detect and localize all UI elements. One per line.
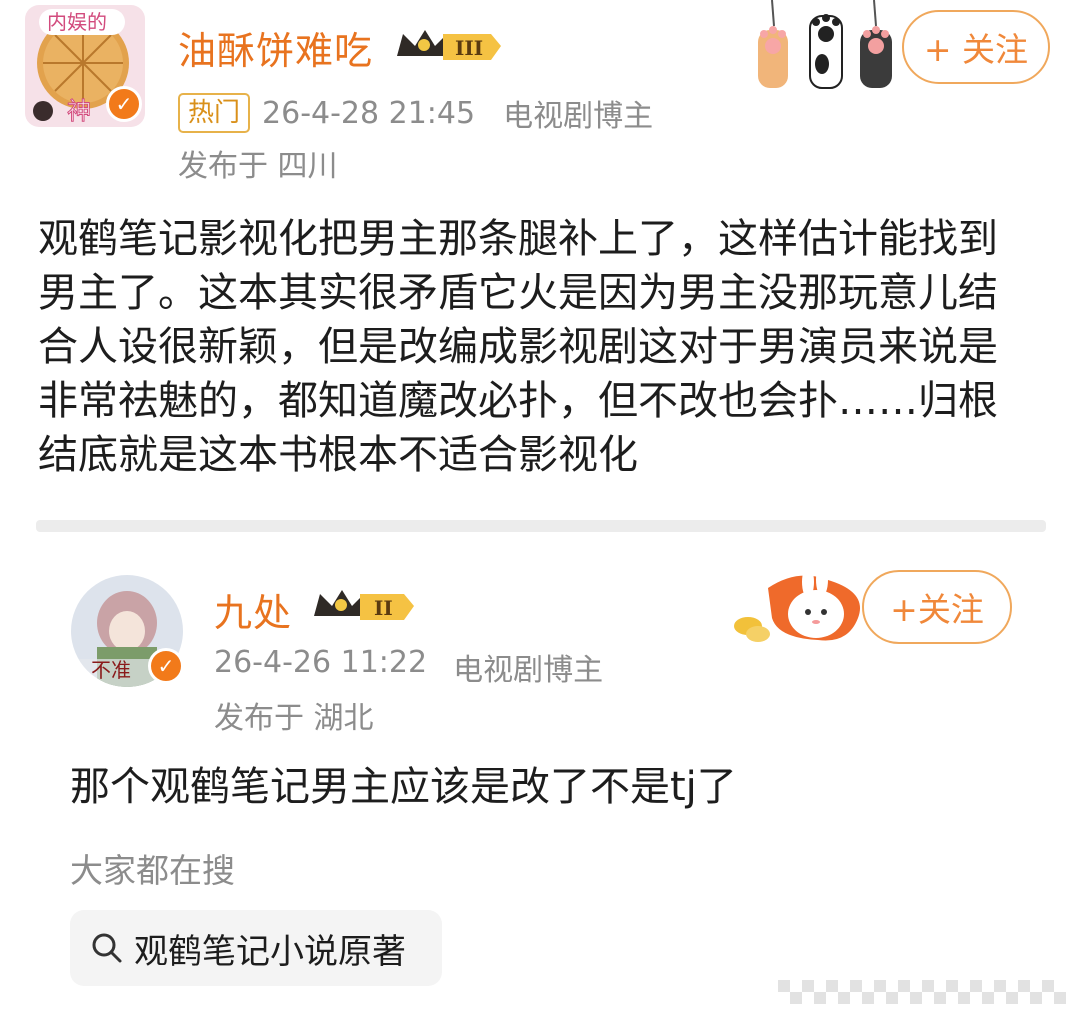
post1-role: 电视剧博主 [503,99,654,134]
section-divider [36,520,1046,532]
post1-timestamp: 26-4-28 21:45 [262,95,476,131]
level-badge: III [393,26,503,68]
crown-icon: II [314,590,414,620]
post2-meta-row: 26-4-26 11:22 电视剧博主 [214,645,603,689]
follow-button[interactable]: +关注 [862,570,1012,644]
rabbit-icon [734,564,860,642]
verified-badge-icon: ✓ [148,648,184,684]
rabbit-decoration [728,564,878,648]
hot-tag: 热门 [178,93,251,133]
post2-location: 发布于 湖北 [214,701,374,736]
avatar-text-top: 内娱的 [47,10,107,34]
verified-badge-icon: ✓ [106,86,142,122]
search-icon [92,933,122,963]
post1-location: 发布于 四川 [178,149,338,184]
paw-decoration [752,0,902,90]
post2-body: 那个观鹤笔记男主应该是改了不是tj了 [70,764,737,810]
cat-paw-icon [758,0,892,89]
watermark-pattern [778,980,1070,1004]
post2-timestamp: 26-4-26 11:22 [214,645,428,680]
checker-watermark-icon [778,980,1066,1004]
post2-role: 电视剧博主 [453,653,604,688]
post1-username[interactable]: 油酥饼难吃 [178,20,373,75]
level-text: II [374,596,393,620]
level-badge: II [310,586,420,628]
level-text: III [455,36,483,60]
post1-body: 观鹤笔记影视化把男主那条腿补上了，这样估计能找到男主了。这本其实很矛盾它火是因为… [38,216,998,478]
avatar-text-bottom: 神 [67,97,91,125]
search-suggestion[interactable]: 观鹤笔记小说原著 [70,910,442,986]
search-suggestion-text: 观鹤笔记小说原著 [134,931,406,972]
avatar-text: 不准 [91,658,131,682]
follow-button[interactable]: + 关注 [902,10,1050,84]
search-heading: 大家都在搜 [70,851,235,890]
post1-meta-row: 热门 26-4-28 21:45 电视剧博主 [178,91,653,135]
crown-icon: III [397,30,501,60]
post2-username[interactable]: 九处 [214,582,292,637]
